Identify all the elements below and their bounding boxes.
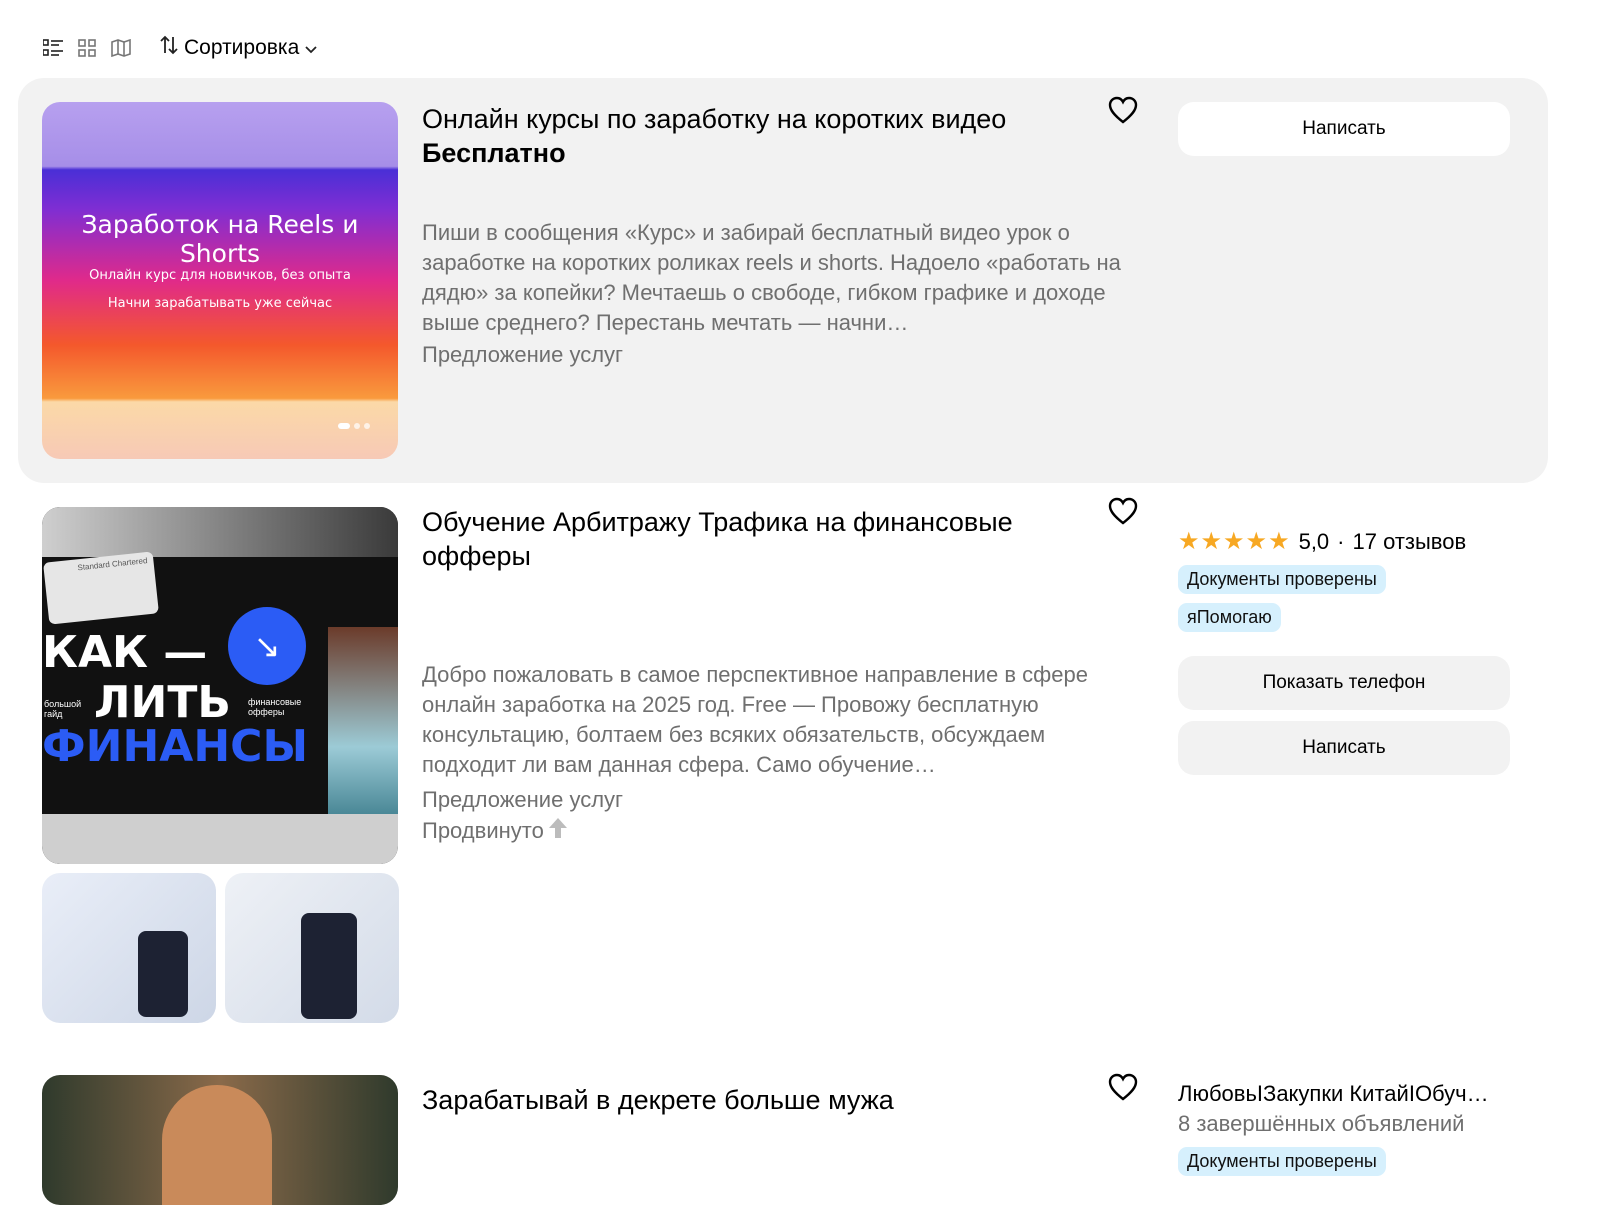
listing-card[interactable]: Заработок на Reels и Shorts Онлайн курс … bbox=[18, 78, 1548, 483]
listing-category: Предложение услуг bbox=[422, 342, 624, 367]
badge-documents-verified: Документы проверены bbox=[1178, 1147, 1386, 1176]
show-phone-button[interactable]: Показать телефон bbox=[1178, 656, 1510, 710]
heart-icon[interactable] bbox=[1108, 1073, 1138, 1101]
star-rating-icon: ★★★★★ bbox=[1178, 528, 1291, 555]
heart-icon[interactable] bbox=[1108, 96, 1138, 124]
help-badge: яПомогаю bbox=[1178, 603, 1281, 632]
badge-documents-verified: Документы проверены bbox=[1178, 565, 1386, 594]
seller-stats: 8 завершённых объявлений bbox=[1178, 1111, 1465, 1136]
promoted-text: Продвинуто bbox=[422, 818, 544, 843]
phone-image bbox=[301, 913, 357, 1019]
verified-badge: Документы проверены bbox=[1178, 1147, 1386, 1176]
reviews-link[interactable]: 17 отзывов bbox=[1353, 529, 1467, 555]
sort-icon bbox=[160, 35, 178, 61]
toolbar: Сортировка bbox=[42, 30, 317, 66]
listing-category: Предложение услуг bbox=[422, 787, 624, 812]
listing-image-thumb[interactable] bbox=[42, 873, 216, 1023]
image-text: ФИНАНСЫ bbox=[42, 721, 309, 772]
listing-card[interactable]: Зарабатывай в декрете больше мужа Любовь… bbox=[18, 1043, 1548, 1205]
image-text: большой гайд bbox=[44, 699, 82, 719]
sort-label: Сортировка bbox=[184, 36, 300, 59]
sort-dropdown[interactable]: Сортировка bbox=[160, 35, 317, 61]
listing-image-thumb[interactable] bbox=[225, 873, 399, 1023]
promoted-label: Продвинуто bbox=[422, 817, 568, 845]
seller-name[interactable]: ЛюбовьIЗакупки КитайIОбуч… bbox=[1178, 1081, 1489, 1107]
dot-separator: · bbox=[1337, 528, 1345, 554]
bank-card: Standard Chartered bbox=[43, 551, 159, 625]
map-view-icon[interactable] bbox=[110, 37, 132, 59]
person-photo bbox=[162, 1085, 272, 1205]
write-button[interactable]: Написать bbox=[1178, 102, 1510, 156]
list-view-icon[interactable] bbox=[42, 37, 64, 59]
verified-badge: Документы проверены bbox=[1178, 565, 1386, 594]
phone-image bbox=[138, 931, 188, 1017]
listing-card[interactable]: Standard Chartered КАК — ↘ большой гайд … bbox=[18, 483, 1548, 1043]
listing-price: Бесплатно bbox=[422, 138, 566, 168]
heart-icon[interactable] bbox=[1108, 497, 1138, 525]
carousel-dots[interactable] bbox=[338, 423, 370, 429]
rating-value: 5,0 bbox=[1298, 528, 1330, 554]
listing-title[interactable]: Онлайн курсы по заработку на коротких ви… bbox=[422, 102, 1082, 170]
image-subline: Онлайн курс для новичков, без опыта bbox=[89, 268, 351, 283]
image-headline: Заработок на Reels и Shorts bbox=[81, 210, 359, 268]
image-subline: Начни зарабатывать уже сейчас bbox=[107, 296, 333, 311]
arrow-up-icon bbox=[548, 817, 568, 845]
chevron-down-icon bbox=[305, 36, 317, 60]
listing-description: Пиши в сообщения «Курс» и забирай беспла… bbox=[422, 220, 1121, 335]
grid-view-icon[interactable] bbox=[76, 37, 98, 59]
listing-title-text[interactable]: Онлайн курсы по заработку на коротких ви… bbox=[422, 102, 1082, 136]
image-text: КАК — bbox=[42, 627, 208, 678]
listing-title[interactable]: Обучение Арбитражу Трафика на финансовые… bbox=[422, 505, 1082, 573]
badge-help: яПомогаю bbox=[1178, 603, 1281, 632]
listing-image[interactable] bbox=[42, 1075, 398, 1205]
seller-rating[interactable]: ★★★★★ 5,0 · 17 отзывов bbox=[1178, 527, 1466, 556]
image-person bbox=[328, 627, 398, 827]
listing-description: Добро пожаловать в самое перспективное н… bbox=[422, 662, 1088, 777]
listing-image[interactable]: Заработок на Reels и Shorts Онлайн курс … bbox=[42, 102, 398, 459]
write-button[interactable]: Написать bbox=[1178, 721, 1510, 775]
listing-image[interactable]: Standard Chartered КАК — ↘ большой гайд … bbox=[42, 507, 398, 864]
image-text: финансовые офферы bbox=[248, 697, 302, 717]
image-badge: ↘ bbox=[228, 607, 306, 685]
listing-title[interactable]: Зарабатывай в декрете больше мужа bbox=[422, 1083, 1082, 1117]
